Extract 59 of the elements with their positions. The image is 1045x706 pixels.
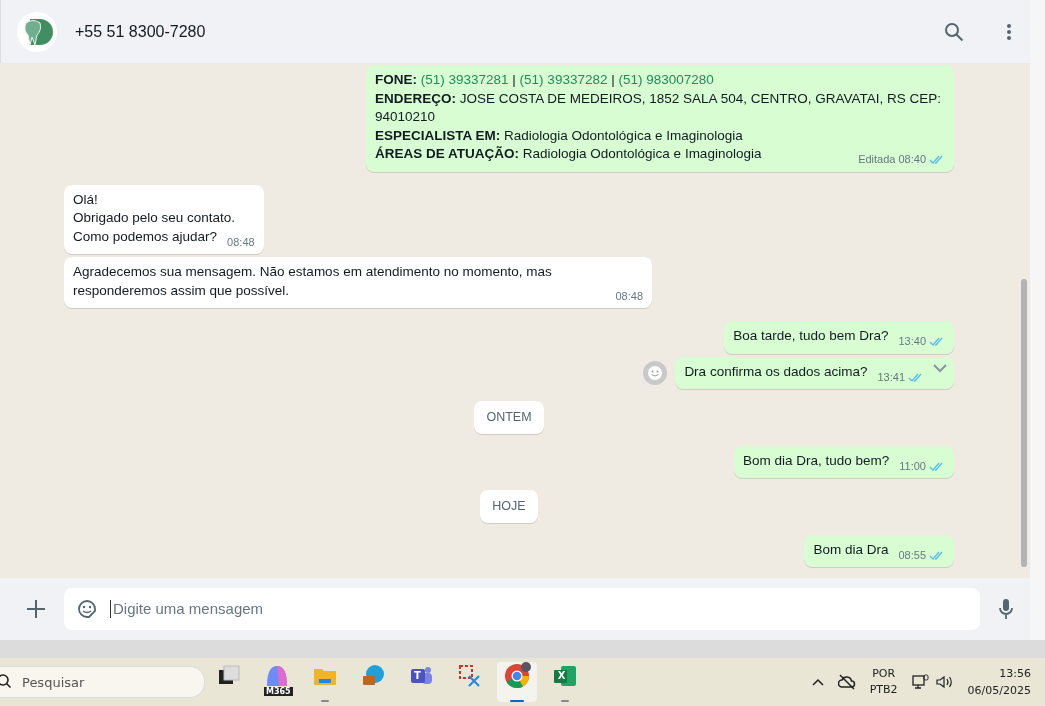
taskbar-app-button[interactable] <box>497 662 537 702</box>
message-input[interactable]: Digite uma mensagem <box>64 588 980 630</box>
received-message[interactable]: Olá! Obrigado pelo seu contato. Como podemos ajudar? 08:48 <box>64 184 264 254</box>
message-time: 13:41 <box>877 369 905 385</box>
date-separator: ONTEM <box>474 401 544 434</box>
sent-message[interactable]: Boa tarde, tudo bem Dra? 13:40 <box>724 321 954 354</box>
clock-date[interactable]: 06/05/2025 <box>967 682 1031 699</box>
sent-message[interactable]: Bom dia Dra 08:55 <box>804 534 954 567</box>
app-icon <box>503 662 531 690</box>
sticker-icon[interactable] <box>76 598 98 620</box>
network-icon[interactable] <box>911 674 930 690</box>
taskbar-app-button[interactable]: M365 <box>257 662 297 702</box>
speaker-icon[interactable] <box>935 674 954 690</box>
message-text: Como podemos ajudar? <box>73 228 218 244</box>
message-time: 08:55 <box>898 547 926 563</box>
menu-icon[interactable] <box>1006 22 1012 41</box>
message-text: Bom dia Dra, tudo bem? <box>742 452 890 468</box>
app-letter: T <box>413 670 422 681</box>
sent-message[interactable]: Bom dia Dra, tudo bem? 11:00 <box>733 445 954 478</box>
taskbar-app-button[interactable]: X <box>545 662 585 702</box>
app-letter: X <box>556 670 567 681</box>
message-field: ESPECIALISTA EM: Radiologia Odontológica e Imaginologia <box>375 126 945 145</box>
sent-message[interactable]: Dra confirma os dados acima? 13:41 <box>675 356 954 389</box>
search-icon <box>0 674 12 690</box>
plus-icon[interactable] <box>26 599 46 619</box>
edited-label: Editada <box>858 152 896 167</box>
smiley-icon <box>647 364 664 381</box>
received-message[interactable]: Agradecemos sua mensagem. Não estamos em atendimento no momento, mas responderemos assim que possível. 08:48 <box>64 257 652 308</box>
app-badge: M365 <box>264 687 293 696</box>
chevron-down-icon[interactable] <box>932 362 948 373</box>
message-text: Dra confirma os dados acima? <box>684 363 868 379</box>
message-time: 08:40 <box>898 152 926 167</box>
phone-link[interactable]: (51) 983007280 <box>618 72 714 87</box>
message-text: Bom dia Dra <box>813 541 889 557</box>
message-text: Agradecemos sua mensagem. Não estamos em atendimento no momento, mas responderemos assim que possível. <box>73 264 552 298</box>
message-text: Obrigado pelo seu contato. <box>73 209 237 227</box>
taskbar-app-button[interactable]: T <box>401 662 441 702</box>
message-field: FONE: (51) 39337281 | (51) 39337282 | (51) 983007280 <box>375 71 945 90</box>
message-text: Boa tarde, tudo bem Dra? <box>733 328 889 343</box>
clock-time[interactable]: 13:56 <box>999 665 1031 682</box>
message-time: 08:48 <box>227 234 255 250</box>
microphone-icon[interactable] <box>998 598 1014 620</box>
cloud-off-icon[interactable] <box>837 674 856 690</box>
phone-link[interactable]: (51) 39337282 <box>519 72 608 87</box>
search-field[interactable]: Pesquisar <box>0 666 205 698</box>
message-text: Olá! <box>73 190 99 209</box>
message-time: 13:40 <box>898 334 926 349</box>
keyboard-layout-label[interactable]: PTB2 <box>869 682 898 698</box>
sent-message[interactable] <box>366 65 954 172</box>
message-field: ENDEREÇO: JOSE COSTA DE MEDEIROS, 1852 SALA 504, CENTRO, GRAVATAI, RS CEP: 94010210 <box>375 89 945 127</box>
language-label[interactable]: POR <box>872 666 896 682</box>
search-icon[interactable] <box>944 21 964 42</box>
date-separator: HOJE <box>480 490 538 523</box>
message-field: ÁREAS DE ATUAÇÃO: Radiologia Odontológica e Imaginologia <box>375 146 762 161</box>
message-time: 11:00 <box>899 458 926 474</box>
phone-link[interactable]: (51) 39337281 <box>420 72 509 87</box>
contact-avatar[interactable] <box>17 11 57 52</box>
message-time: 08:48 <box>615 288 643 304</box>
chevron-up-icon[interactable] <box>811 678 824 686</box>
